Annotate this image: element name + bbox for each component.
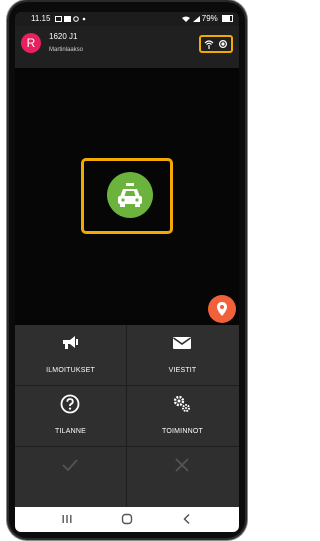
action-label: VIESTIT xyxy=(168,367,197,374)
status-time: 11.15 xyxy=(31,14,51,23)
home-icon[interactable] xyxy=(119,512,135,526)
taxi-status-button[interactable] xyxy=(107,172,153,218)
signal-icon xyxy=(192,15,200,22)
check-icon xyxy=(62,459,78,472)
vehicle-area: Martinlaakso xyxy=(49,47,84,53)
megaphone-icon xyxy=(63,336,78,349)
location-fab[interactable] xyxy=(208,295,236,323)
location-pin-icon xyxy=(217,302,227,316)
status-notification-icons xyxy=(55,12,86,26)
taxi-highlight-frame xyxy=(81,158,173,234)
image-icon xyxy=(55,15,62,22)
message-icon xyxy=(64,15,72,22)
cancel-button[interactable] xyxy=(127,447,238,507)
notifications-button[interactable]: ILMOITUKSET xyxy=(15,325,126,385)
back-icon[interactable] xyxy=(179,512,195,526)
help-circle-icon xyxy=(60,394,80,414)
action-grid: ILMOITUKSET VIESTIT TILANNE TOIMINNOT xyxy=(15,325,239,507)
messages-button[interactable]: VIESTIT xyxy=(127,325,238,385)
avatar[interactable]: R xyxy=(21,33,41,53)
status-bar: 11.15 79% xyxy=(15,12,239,26)
dot-icon xyxy=(82,17,86,21)
header-icon-group xyxy=(199,35,233,53)
battery-icon xyxy=(222,15,233,23)
action-label: ILMOITUKSET xyxy=(46,367,95,374)
close-icon xyxy=(175,458,189,472)
system-nav-bar xyxy=(15,507,239,532)
gears-icon xyxy=(173,395,190,412)
phone-frame: 11.15 79% R 1620 J1 Martinlaakso ILMOITU… xyxy=(9,2,245,538)
map-area[interactable] xyxy=(15,68,239,354)
wifi-broadcast-icon[interactable] xyxy=(204,39,214,49)
app-screen: 11.15 79% R 1620 J1 Martinlaakso ILMOITU… xyxy=(15,12,239,532)
action-label: TOIMINNOT xyxy=(162,428,203,435)
app-header: R 1620 J1 Martinlaakso xyxy=(15,26,239,68)
taxi-car-icon xyxy=(118,183,142,207)
gps-target-icon[interactable] xyxy=(218,39,228,49)
wifi-icon xyxy=(182,16,191,22)
functions-button[interactable]: TOIMINNOT xyxy=(127,386,238,446)
recent-apps-icon[interactable] xyxy=(59,512,75,526)
envelope-icon xyxy=(173,337,191,349)
status-situation-button[interactable]: TILANNE xyxy=(15,386,126,446)
confirm-button[interactable] xyxy=(15,447,126,507)
battery-percent: 79% xyxy=(201,14,218,23)
status-right-group: 79% xyxy=(182,12,233,26)
circle-icon xyxy=(73,16,80,22)
vehicle-title: 1620 J1 xyxy=(49,32,78,41)
action-label: TILANNE xyxy=(55,428,86,435)
